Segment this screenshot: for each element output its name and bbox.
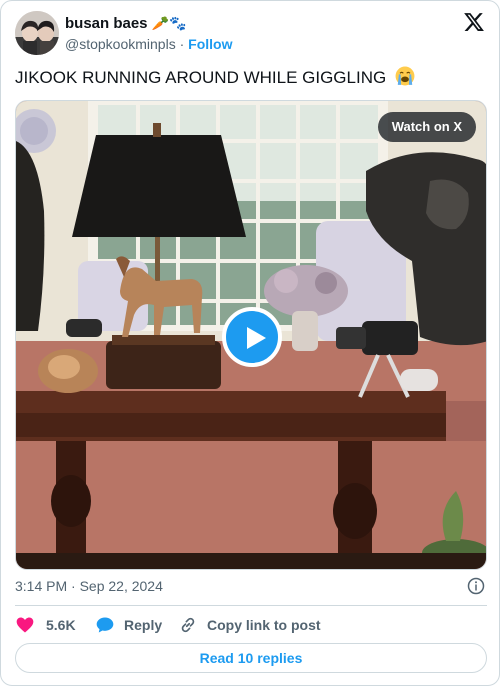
heart-icon: [16, 617, 34, 633]
like-button[interactable]: 5.6K: [15, 615, 76, 635]
link-icon: [181, 617, 195, 633]
handle-line: @stopkookminpls · Follow: [65, 34, 232, 54]
play-icon: [247, 327, 266, 349]
name-emojis: 🥕🐾: [151, 16, 187, 32]
avatar[interactable]: [15, 11, 59, 55]
author-info: busan baes 🥕🐾 @stopkookminpls · Follow: [65, 15, 232, 54]
tweet-header: busan baes 🥕🐾 @stopkookminpls · Follow: [15, 11, 487, 57]
author-handle[interactable]: @stopkookminpls: [65, 36, 176, 52]
reply-label: Reply: [124, 617, 163, 633]
meta-row: 3:14 PM · Sep 22, 2024: [15, 577, 487, 597]
watch-on-x-button[interactable]: Watch on X: [377, 112, 476, 142]
author-display-name[interactable]: busan baes 🥕🐾: [65, 15, 232, 33]
copy-link-label: Copy link to post: [207, 617, 321, 633]
avatar-image: [15, 11, 59, 55]
play-button[interactable]: [222, 307, 282, 367]
action-bar: 5.6K Reply Copy link to post: [15, 615, 487, 635]
tweet-card: busan baes 🥕🐾 @stopkookminpls · Follow J…: [0, 0, 500, 686]
handle-separator: ·: [179, 36, 185, 52]
tweet-text-content: JIKOOK RUNNING AROUND WHILE GIGGLING: [15, 68, 387, 87]
reply-button[interactable]: Reply: [95, 615, 162, 635]
loudly-crying-face-icon: [395, 66, 415, 86]
copy-link-button[interactable]: Copy link to post: [178, 615, 321, 635]
info-icon[interactable]: [467, 577, 485, 595]
timestamp[interactable]: 3:14 PM · Sep 22, 2024: [15, 578, 163, 594]
x-logo-icon[interactable]: [463, 11, 485, 33]
follow-button[interactable]: Follow: [188, 36, 232, 52]
read-replies-button[interactable]: Read 10 replies: [15, 643, 487, 673]
divider: [15, 605, 487, 606]
reply-bubble-icon: [96, 617, 114, 633]
like-count: 5.6K: [46, 617, 76, 633]
tweet-text: JIKOOK RUNNING AROUND WHILE GIGGLING: [15, 66, 415, 89]
display-name-text: busan baes: [65, 15, 148, 32]
video-player[interactable]: Watch on X: [15, 100, 487, 570]
